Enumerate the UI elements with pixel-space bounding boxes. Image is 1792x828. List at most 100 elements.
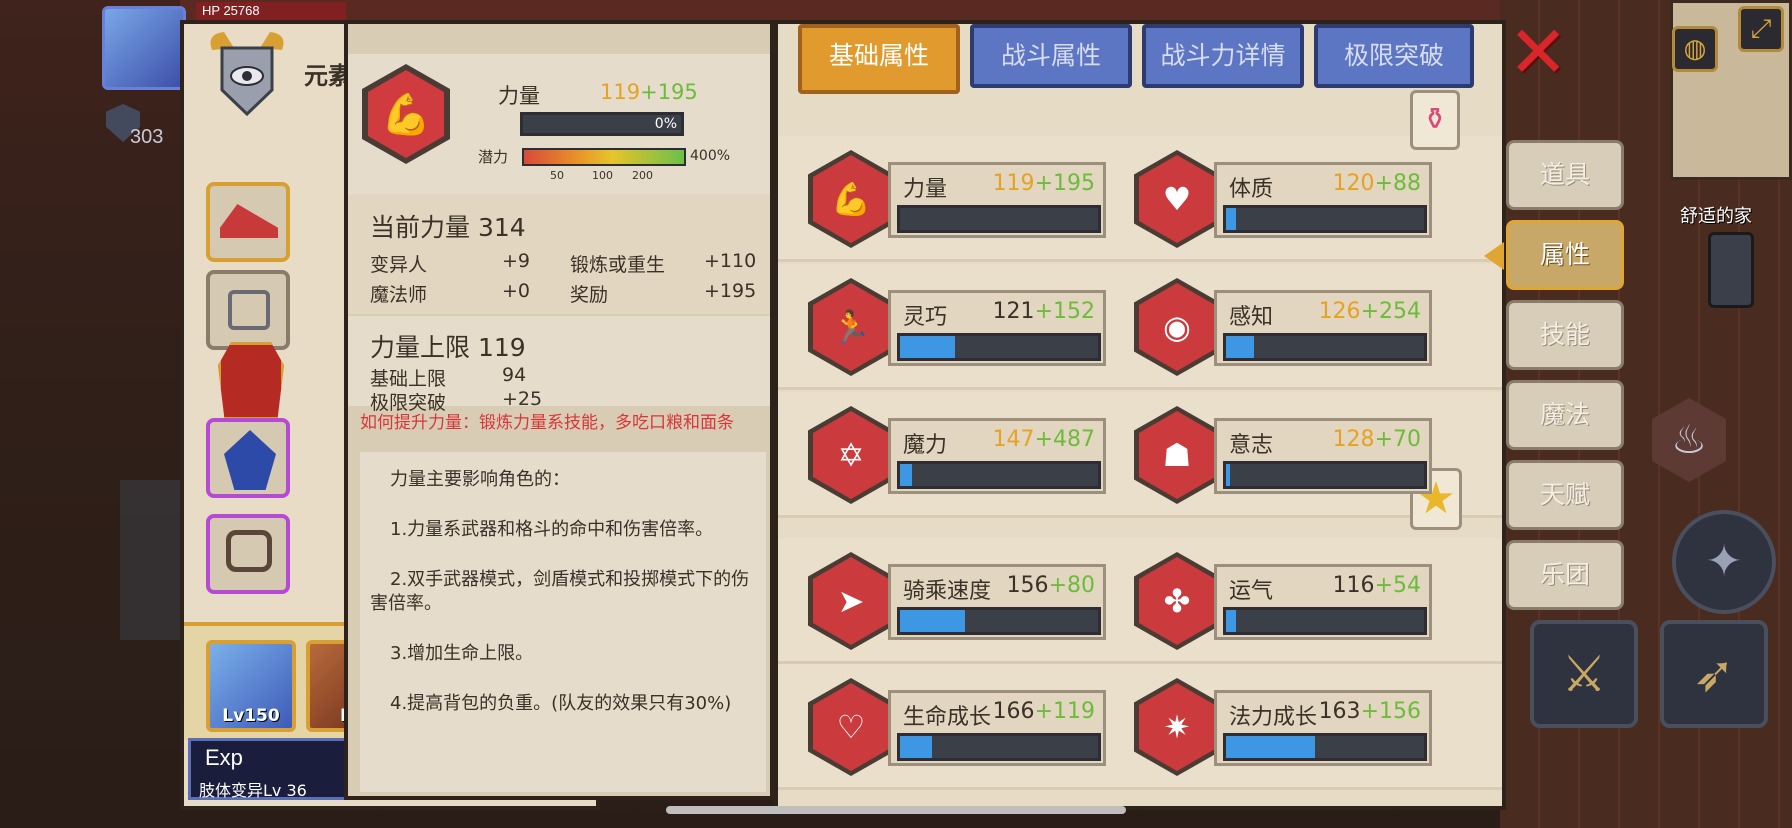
attribute-progress-fill bbox=[1226, 336, 1254, 358]
description-line: 4.提高背包的负重。(队友的效果只有30%) bbox=[390, 693, 732, 714]
potion-icon[interactable]: ⚱ bbox=[1410, 90, 1460, 150]
shuriken-skill-icon[interactable]: ✦ bbox=[1672, 510, 1776, 614]
home-location-label: 舒适的家 bbox=[1680, 206, 1752, 227]
party-member-1[interactable]: Lv150 bbox=[206, 640, 296, 732]
detail-stat-name: 力量 bbox=[498, 84, 540, 108]
bonus-label: 魔法师 bbox=[370, 284, 428, 306]
shield-value: 303 bbox=[130, 126, 164, 148]
bonus-label: 奖励 bbox=[570, 284, 609, 306]
attribute-name: 法力成长 bbox=[1229, 705, 1318, 730]
attribute-card[interactable]: 感知 126+254 bbox=[1214, 290, 1432, 366]
wizard-hat-icon bbox=[220, 204, 278, 238]
side-menu-talent[interactable]: 天赋 bbox=[1506, 460, 1624, 530]
attribute-progress-fill bbox=[900, 336, 956, 358]
attribute-progress-bar bbox=[897, 333, 1101, 361]
expand-icon[interactable]: ⤢ bbox=[1738, 6, 1784, 52]
bonus-value: +9 bbox=[502, 250, 531, 272]
limit-value: +25 bbox=[502, 388, 543, 410]
attribute-progress-fill bbox=[1226, 736, 1316, 758]
muscle-icon: 💪 bbox=[813, 155, 889, 243]
party-member-level: Lv150 bbox=[222, 706, 280, 726]
runner-icon: 🏃 bbox=[813, 283, 889, 371]
attribute-card[interactable]: 意志 128+70 bbox=[1214, 418, 1432, 494]
description-line: 2.双手武器模式，剑盾模式和投掷模式下的伤害倍率。 bbox=[370, 569, 750, 614]
attribute-value: 166+119 bbox=[992, 699, 1095, 724]
mana-star-icon: ✷ bbox=[1139, 683, 1215, 771]
empty-slot-icon bbox=[228, 290, 270, 330]
bonus-value: +110 bbox=[704, 250, 757, 272]
boots-icon bbox=[224, 430, 276, 490]
close-icon[interactable]: ✕ bbox=[1508, 16, 1568, 88]
detail-stat-value: 119+195 bbox=[600, 80, 698, 104]
bonus-label: 锻炼或重生 bbox=[570, 254, 666, 276]
side-menu-attributes[interactable]: 属性 bbox=[1506, 220, 1624, 290]
side-menu-band[interactable]: 乐团 bbox=[1506, 540, 1624, 610]
attribute-name: 运气 bbox=[1229, 579, 1274, 604]
equip-slot-robe[interactable] bbox=[206, 334, 290, 420]
side-menu-skills[interactable]: 技能 bbox=[1506, 300, 1624, 370]
equip-slot-hat[interactable] bbox=[206, 182, 290, 262]
stat-limit-section: 力量上限 119 基础上限 94 极限突破 +25 bbox=[348, 316, 770, 414]
attribute-name: 骑乘速度 bbox=[903, 579, 992, 604]
attribute-name: 魔力 bbox=[903, 433, 948, 458]
bonus-value: +0 bbox=[502, 280, 531, 302]
attribute-value: 156+80 bbox=[1006, 573, 1095, 598]
globe-icon[interactable]: ◍ bbox=[1672, 26, 1718, 72]
potential-tick: 200 bbox=[632, 169, 653, 182]
sword-attack-icon[interactable]: ⚔ bbox=[1530, 620, 1638, 728]
exp-label: Exp bbox=[205, 745, 243, 770]
attribute-card[interactable]: 体质 120+88 bbox=[1214, 162, 1432, 238]
phone-icon[interactable] bbox=[1708, 232, 1754, 308]
attribute-name: 体质 bbox=[1229, 177, 1274, 202]
attribute-card[interactable]: 运气 116+54 bbox=[1214, 564, 1432, 640]
eye-icon: ◉ bbox=[1139, 283, 1215, 371]
clover-icon: ✤ bbox=[1139, 557, 1215, 645]
attribute-value: 121+152 bbox=[992, 299, 1095, 324]
attribute-progress-bar bbox=[1223, 733, 1427, 761]
side-menu-magic[interactable]: 魔法 bbox=[1506, 380, 1624, 450]
attribute-progress-bar bbox=[1223, 607, 1427, 635]
robe-icon bbox=[218, 342, 284, 420]
muscle-icon: 💪 bbox=[368, 70, 444, 158]
hexagram-icon: ✡ bbox=[813, 411, 889, 499]
attribute-progress-bar bbox=[1223, 333, 1427, 361]
equip-slot-boots[interactable] bbox=[206, 418, 290, 498]
attribute-card[interactable]: 灵巧 121+152 bbox=[888, 290, 1106, 366]
bow-attack-icon[interactable]: ➶ bbox=[1660, 620, 1768, 728]
attribute-value: 120+88 bbox=[1332, 171, 1421, 196]
attribute-card[interactable]: 法力成长 163+156 bbox=[1214, 690, 1432, 766]
attribute-value: 119+195 bbox=[992, 171, 1095, 196]
limit-label: 基础上限 bbox=[370, 368, 447, 390]
body-icon: ♥ bbox=[1139, 155, 1215, 243]
description-box[interactable]: 力量主要影响角色的： 1.力量系武器和格斗的命中和伤害倍率。 2.双手武器模式，… bbox=[360, 452, 766, 792]
tab-basic-attributes[interactable]: 基础属性 bbox=[798, 24, 960, 94]
tab-combat-attributes[interactable]: 战斗属性 bbox=[970, 24, 1132, 88]
attribute-panel: 基础属性 战斗属性 战斗力详情 极限突破 ⚱ ★ 💪 力量 119+195 ♥ 体质 12… bbox=[774, 20, 1506, 810]
equip-slot-backpack[interactable] bbox=[206, 514, 290, 594]
attribute-progress-fill bbox=[900, 464, 912, 486]
attribute-progress-bar bbox=[897, 733, 1101, 761]
attribute-progress-bar bbox=[1223, 461, 1427, 489]
attribute-card[interactable]: 骑乘速度 156+80 bbox=[888, 564, 1106, 640]
attribute-value: 163+156 bbox=[1318, 699, 1421, 724]
mutation-label: 肢体变异Lv 36 bbox=[199, 781, 307, 800]
bonus-value: +195 bbox=[704, 280, 757, 302]
hp-bar: HP 25768 bbox=[196, 2, 346, 20]
class-emblem-icon bbox=[210, 32, 284, 117]
side-menu-items[interactable]: 道具 bbox=[1506, 140, 1624, 210]
attribute-name: 生命成长 bbox=[903, 705, 992, 730]
potential-bar bbox=[522, 148, 686, 166]
attribute-card[interactable]: 生命成长 166+119 bbox=[888, 690, 1106, 766]
potential-max: 400% bbox=[690, 148, 731, 164]
attribute-card[interactable]: 魔力 147+487 bbox=[888, 418, 1106, 494]
how-to-improve-hint: 如何提升力量：锻炼力量系技能，多吃口粮和面条 bbox=[360, 413, 734, 433]
side-menu-pointer bbox=[1484, 242, 1504, 270]
attribute-card[interactable]: 力量 119+195 bbox=[888, 162, 1106, 238]
tab-limit-break[interactable]: 极限突破 bbox=[1314, 24, 1474, 88]
description-line: 力量主要影响角色的： bbox=[390, 469, 570, 490]
player-avatar[interactable] bbox=[102, 6, 186, 90]
limit-value: 94 bbox=[502, 364, 527, 386]
tab-combat-power-details[interactable]: 战斗力详情 bbox=[1142, 24, 1304, 88]
stat-progress-text: 0% bbox=[654, 116, 677, 132]
will-head-icon: ☗ bbox=[1139, 411, 1215, 499]
